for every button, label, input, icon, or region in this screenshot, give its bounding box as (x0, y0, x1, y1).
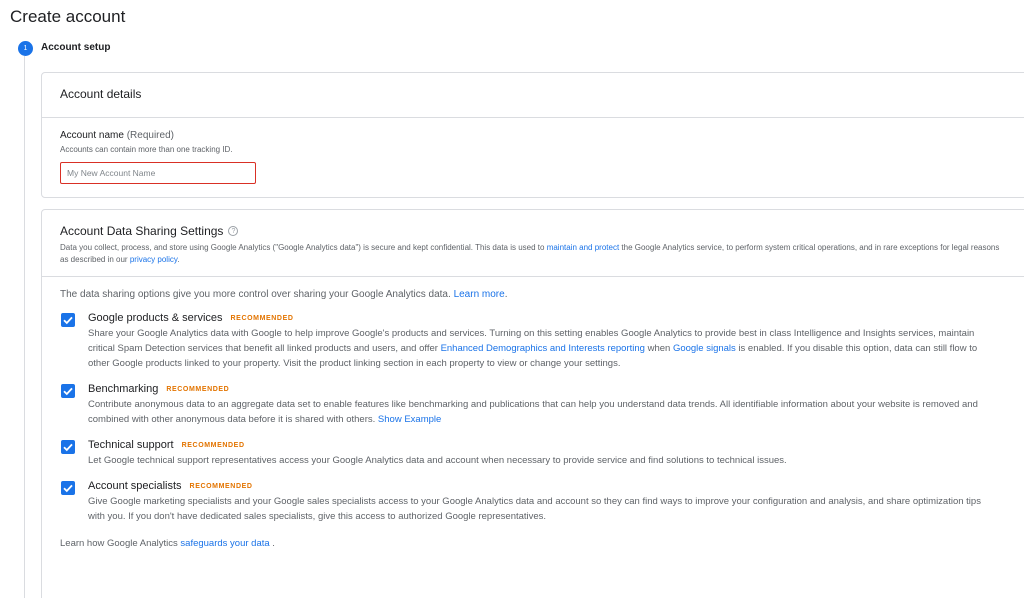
data-sharing-card: Account Data Sharing Settings ? Data you… (41, 209, 1024, 598)
recommended-badge: RECOMMENDED (166, 385, 230, 393)
required-indicator: (Required) (126, 130, 174, 141)
account-name-label: Account name (Required) (60, 130, 1024, 141)
option-description: Share your Google Analytics data with Go… (88, 326, 993, 371)
desc-text-3: . (177, 255, 180, 264)
check-icon (63, 316, 73, 325)
google-signals-link[interactable]: Google signals (673, 343, 736, 354)
account-name-hint: Accounts can contain more than one track… (60, 145, 233, 154)
option-title: Google products & services RECOMMENDED (88, 312, 1022, 324)
option-title: Benchmarking RECOMMENDED (88, 383, 1022, 395)
stepper-line (24, 56, 25, 598)
enhanced-demographics-link[interactable]: Enhanced Demographics and Interests repo… (441, 343, 645, 354)
intro-end: . (504, 289, 508, 300)
option-title-text: Google products & services (88, 312, 223, 324)
privacy-policy-link[interactable]: privacy policy (130, 255, 177, 264)
recommended-badge: RECOMMENDED (181, 441, 245, 449)
data-sharing-title-text: Account Data Sharing Settings (60, 224, 224, 238)
intro-text: The data sharing options give you more c… (60, 289, 454, 300)
option-title-text: Benchmarking (88, 383, 159, 395)
check-icon (63, 387, 73, 396)
option-description: Let Google technical support representat… (88, 453, 993, 468)
help-circle-icon[interactable]: ? (228, 226, 239, 236)
data-sharing-title: Account Data Sharing Settings ? (60, 224, 1022, 238)
recommended-badge: RECOMMENDED (230, 314, 294, 322)
account-details-header: Account details (42, 73, 1024, 118)
check-icon (63, 443, 73, 452)
option-desc-text: Let Google technical support representat… (88, 455, 787, 466)
option-description: Contribute anonymous data to an aggregat… (88, 397, 993, 427)
google-products-checkbox[interactable] (61, 313, 75, 327)
safeguards-link[interactable]: safeguards your data (180, 538, 269, 549)
maintain-and-protect-link[interactable]: maintain and protect (547, 243, 620, 252)
learn-more-link[interactable]: Learn more (454, 289, 505, 300)
show-example-link[interactable]: Show Example (378, 414, 441, 425)
option-desc-text: Contribute anonymous data to an aggregat… (88, 399, 978, 425)
data-sharing-body: The data sharing options give you more c… (42, 277, 1024, 549)
step-label: Account setup (41, 42, 111, 53)
account-name-label-text: Account name (60, 130, 124, 141)
step-number-badge: 1 (18, 41, 33, 56)
sharing-intro: The data sharing options give you more c… (60, 289, 1022, 300)
option-title-text: Account specialists (88, 480, 182, 492)
account-details-card: Account details Account name (Required) … (41, 72, 1024, 198)
data-sharing-header: Account Data Sharing Settings ? Data you… (42, 210, 1024, 277)
option-technical-support: Technical support RECOMMENDED Let Google… (60, 439, 1022, 468)
page-title: Create account (10, 7, 126, 26)
safeguards-note: Learn how Google Analytics safeguards yo… (60, 538, 1022, 549)
option-desc-text: when (644, 343, 673, 354)
account-specialists-checkbox[interactable] (61, 481, 75, 495)
technical-support-checkbox[interactable] (61, 440, 75, 454)
account-name-input[interactable] (60, 162, 256, 184)
option-account-specialists: Account specialists RECOMMENDED Give Goo… (60, 480, 1022, 524)
desc-text-1: Data you collect, process, and store usi… (60, 243, 547, 252)
data-sharing-description: Data you collect, process, and store usi… (60, 242, 1005, 266)
footer-text: Learn how Google Analytics (60, 538, 181, 549)
option-description: Give Google marketing specialists and yo… (88, 494, 993, 524)
option-desc-text: Give Google marketing specialists and yo… (88, 496, 981, 522)
footer-end: . (269, 538, 275, 549)
option-title-text: Technical support (88, 439, 174, 451)
check-icon (63, 484, 73, 493)
option-benchmarking: Benchmarking RECOMMENDED Contribute anon… (60, 383, 1022, 427)
account-details-body: Account name (Required) Accounts can con… (42, 118, 1024, 184)
option-title: Account specialists RECOMMENDED (88, 480, 1022, 492)
option-title: Technical support RECOMMENDED (88, 439, 1022, 451)
option-google-products: Google products & services RECOMMENDED S… (60, 312, 1022, 371)
recommended-badge: RECOMMENDED (189, 482, 253, 490)
benchmarking-checkbox[interactable] (61, 384, 75, 398)
